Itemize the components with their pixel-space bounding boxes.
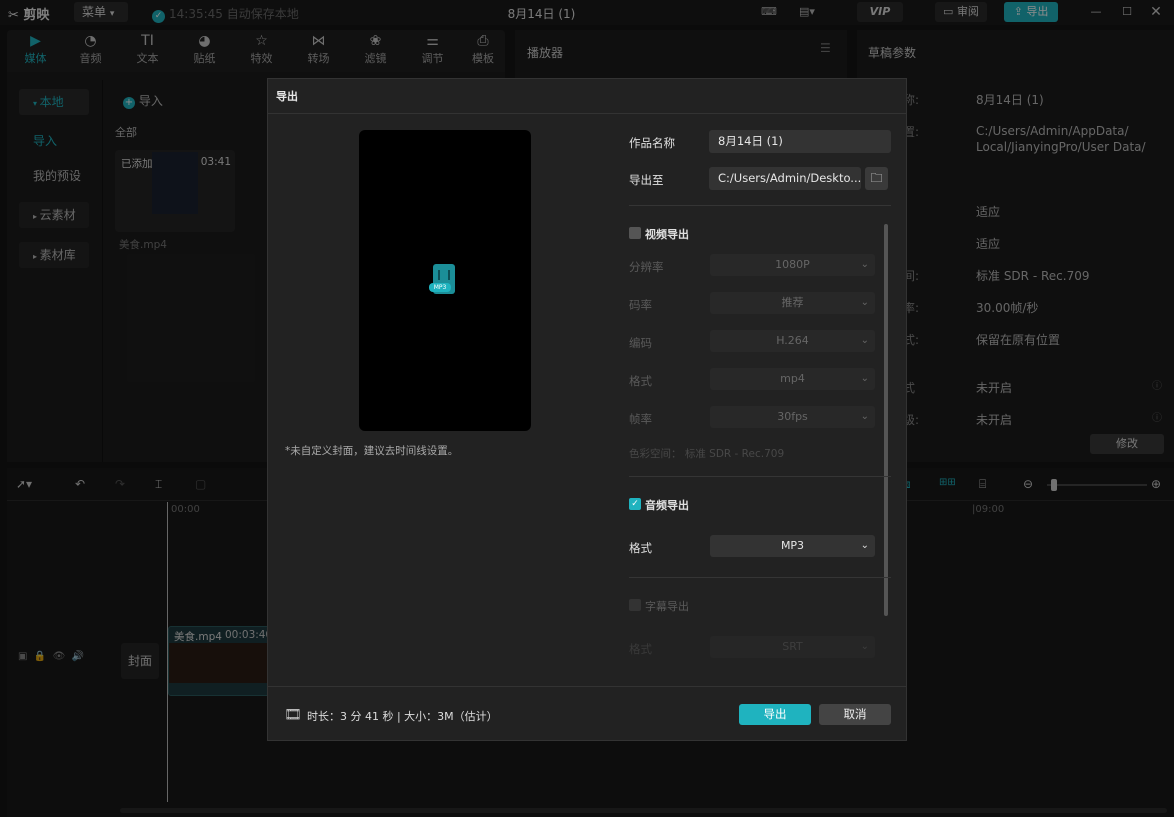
chevron-down-icon: ⌄ [860,259,869,270]
folder-icon[interactable]: 🗀 [865,167,888,190]
audio-format-select[interactable]: MP3 ⌄ [710,535,875,557]
path-input[interactable]: C:/Users/Admin/Deskto... [709,167,861,190]
subtitle-export-label: 字幕导出 [645,600,689,613]
cancel-button[interactable]: 取消 [819,704,891,725]
waveform-icon [438,270,450,280]
divider [629,577,891,578]
export-button[interactable]: 导出 [739,704,811,725]
audio-format-label: 格式 [629,541,652,555]
export-preview: MP3 [359,130,531,431]
resolution-label: 分辨率 [629,260,664,274]
subtitle-format-select[interactable]: SRT ⌄ [710,636,875,658]
chevron-down-icon: ⌄ [860,335,869,346]
bitrate-select[interactable]: 推荐 ⌄ [710,292,875,314]
chevron-down-icon: ⌄ [860,373,869,384]
fps-select[interactable]: 30fps ⌄ [710,406,875,428]
chevron-down-icon: ⌄ [860,411,869,422]
chevron-down-icon: ⌄ [860,641,869,652]
video-export-label: 视频导出 [645,228,689,241]
name-label: 作品名称 [629,136,675,150]
video-export-checkbox[interactable] [629,227,641,239]
export-dialog: 导出 MP3 *未自定义封面，建议去时间线设置。 作品名称 8月14日 (1) … [267,78,907,741]
dialog-title: 导出 [268,79,906,114]
path-label: 导出至 [629,173,664,187]
subtitle-export-checkbox[interactable] [629,599,641,611]
chevron-down-icon: ⌄ [860,297,869,308]
format-label: 格式 [629,374,652,388]
format-select[interactable]: mp4 ⌄ [710,368,875,390]
bitrate-label: 码率 [629,298,652,312]
audio-file-icon: MP3 [429,264,455,294]
format-badge: MP3 [429,283,451,292]
resolution-select[interactable]: 1080P ⌄ [710,254,875,276]
settings-scrollbar[interactable] [884,224,888,616]
chevron-down-icon: ⌄ [860,540,869,551]
check-icon: ✓ [631,499,639,509]
name-input[interactable]: 8月14日 (1) [709,130,891,153]
subtitle-format-label: 格式 [629,642,652,656]
export-info: 时长：3 分 41 秒 | 大小：3M（估计） [307,710,498,723]
color-space-info: 色彩空间： 标准 SDR - Rec.709 [629,448,785,460]
codec-label: 编码 [629,336,652,350]
cover-note: *未自定义封面，建议去时间线设置。 [285,445,459,457]
codec-select[interactable]: H.264 ⌄ [710,330,875,352]
film-icon: 🎞 [284,707,302,723]
dialog-footer: 🎞 时长：3 分 41 秒 | 大小：3M（估计） 导出 取消 [268,686,906,741]
audio-export-label: 音频导出 [645,499,689,512]
audio-export-checkbox[interactable]: ✓ [629,498,641,510]
fps-label: 帧率 [629,412,652,426]
divider [629,205,891,206]
divider [629,476,891,477]
